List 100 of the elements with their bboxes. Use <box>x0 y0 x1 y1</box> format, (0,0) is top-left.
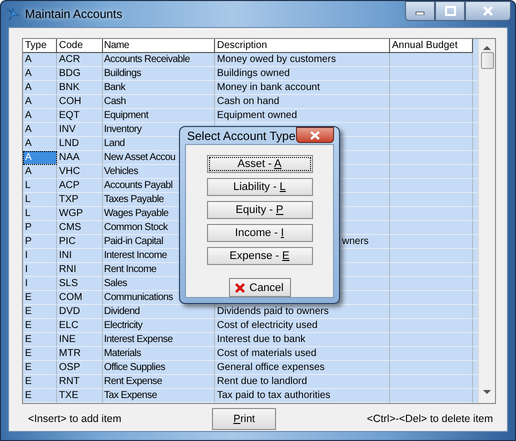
column-header[interactable]: Name <box>103 39 215 53</box>
table-cell[interactable]: L <box>23 179 57 193</box>
table-cell[interactable]: A <box>23 95 57 109</box>
table-cell: INV <box>57 123 103 137</box>
table-cell: RNI <box>57 263 103 277</box>
table-cell[interactable]: E <box>23 361 57 375</box>
table-cell: ACP <box>57 179 103 193</box>
column-header[interactable]: Code <box>57 39 103 53</box>
account-type-button[interactable]: Expense - E <box>206 247 312 265</box>
table-cell: Buildings owned <box>215 67 390 81</box>
maximize-icon <box>444 6 456 16</box>
table-cell: Money in bank account <box>215 81 390 95</box>
table-cell[interactable]: A <box>23 109 57 123</box>
table-cell: INI <box>57 249 103 263</box>
minimize-button[interactable] <box>405 1 435 21</box>
table-cell: Equipment owned <box>215 109 390 123</box>
account-type-button[interactable]: Income - I <box>206 224 312 242</box>
table-cell: Cost of electricity used <box>215 319 390 333</box>
table-cell: INE <box>57 333 103 347</box>
table-cell: COM <box>57 291 103 305</box>
table-cell: Tax Expense <box>103 389 215 403</box>
table-cell: EQT <box>57 109 103 123</box>
table-cell: DVD <box>57 305 103 319</box>
column-header[interactable]: Type <box>23 39 57 53</box>
maximize-button[interactable] <box>435 1 465 21</box>
table-cell[interactable]: E <box>23 319 57 333</box>
table-cell: BDG <box>57 67 103 81</box>
table-cell: NAA <box>57 151 103 165</box>
table-cell[interactable]: E <box>23 333 57 347</box>
table-cell: Rent Expense <box>103 375 215 389</box>
table-cell: Money owed by customers <box>215 53 390 67</box>
close-icon <box>310 130 320 140</box>
table-cell[interactable]: E <box>23 375 57 389</box>
table-cell[interactable]: P <box>23 221 57 235</box>
table-cell[interactable]: A <box>23 165 57 179</box>
table-cell: Rent due to landlord <box>215 375 390 389</box>
table-cell: WGP <box>57 207 103 221</box>
table-cell: General office expenses <box>215 361 390 375</box>
table-cell: Office Supplies <box>103 361 215 375</box>
scroll-up-icon[interactable] <box>483 45 491 50</box>
table-cell: Equipment <box>103 109 215 123</box>
table-cell[interactable]: A <box>23 81 57 95</box>
table-cell: Cash <box>103 95 215 109</box>
column-header[interactable]: Annual Budget <box>390 39 473 53</box>
table-cell[interactable]: A <box>23 123 57 137</box>
table-cell: Interest due to bank <box>215 333 390 347</box>
scroll-thumb[interactable] <box>480 52 494 69</box>
table-cell[interactable]: E <box>23 389 57 403</box>
table-cell: Cost of materials used <box>215 347 390 361</box>
table-cell[interactable]: A <box>23 53 57 67</box>
close-icon <box>483 6 493 16</box>
table-cell[interactable]: E <box>23 347 57 361</box>
scrollbar[interactable] <box>478 39 495 403</box>
table-cell: ACR <box>57 53 103 67</box>
table-cell: ELC <box>57 319 103 333</box>
table-cell[interactable]: E <box>23 305 57 319</box>
insert-hint: <Insert> to add item <box>28 413 122 425</box>
table-cell: Dividend <box>103 305 215 319</box>
table-cell[interactable]: E <box>23 291 57 305</box>
table-cell: OSP <box>57 361 103 375</box>
table-cell[interactable]: I <box>23 277 57 291</box>
cancel-button[interactable]: Cancel <box>228 278 290 297</box>
table-cell: BNK <box>57 81 103 95</box>
table-cell: RNT <box>57 375 103 389</box>
table-cell: Dividends paid to owners <box>215 305 390 319</box>
table-cell: Buildings <box>103 67 215 81</box>
table-cell: PIC <box>57 235 103 249</box>
account-type-button[interactable]: Liability - L <box>206 178 312 196</box>
table-cell: Bank <box>103 81 215 95</box>
account-type-button[interactable]: Asset - A <box>206 155 312 173</box>
cancel-icon <box>235 282 246 292</box>
table-cell: Interest Expense <box>103 333 215 347</box>
table-cell: Tax paid to tax authorities <box>215 389 390 403</box>
table-cell: VHC <box>57 165 103 179</box>
table-cell: SLS <box>57 277 103 291</box>
table-cell: MTR <box>57 347 103 361</box>
table-cell[interactable]: I <box>23 249 57 263</box>
table-cell: TXE <box>57 389 103 403</box>
table-cell: Cash on hand <box>215 95 390 109</box>
table-cell[interactable]: A <box>23 67 57 81</box>
print-button[interactable]: Print <box>212 408 276 430</box>
close-button[interactable] <box>465 1 511 21</box>
scroll-down-icon[interactable] <box>483 390 491 395</box>
table-cell: Accounts Receivable <box>103 53 215 67</box>
table-cell: Electricity <box>103 319 215 333</box>
delete-hint: <Ctrl>-<Del> to delete item <box>366 413 493 425</box>
account-type-button[interactable]: Equity - P <box>206 201 312 219</box>
table-cell: LND <box>57 137 103 151</box>
table-cell[interactable]: L <box>23 207 57 221</box>
table-cell: Materials <box>103 347 215 361</box>
table-cell[interactable]: P <box>23 235 57 249</box>
close-button[interactable] <box>296 127 334 143</box>
window-title: Maintain Accounts <box>25 7 124 21</box>
app-icon <box>6 7 20 21</box>
table-cell: TXP <box>57 193 103 207</box>
table-cell: CMS <box>57 221 103 235</box>
column-header[interactable]: Description <box>215 39 390 53</box>
table-cell[interactable]: I <box>23 263 57 277</box>
table-cell[interactable]: L <box>23 193 57 207</box>
table-cell: COH <box>57 95 103 109</box>
